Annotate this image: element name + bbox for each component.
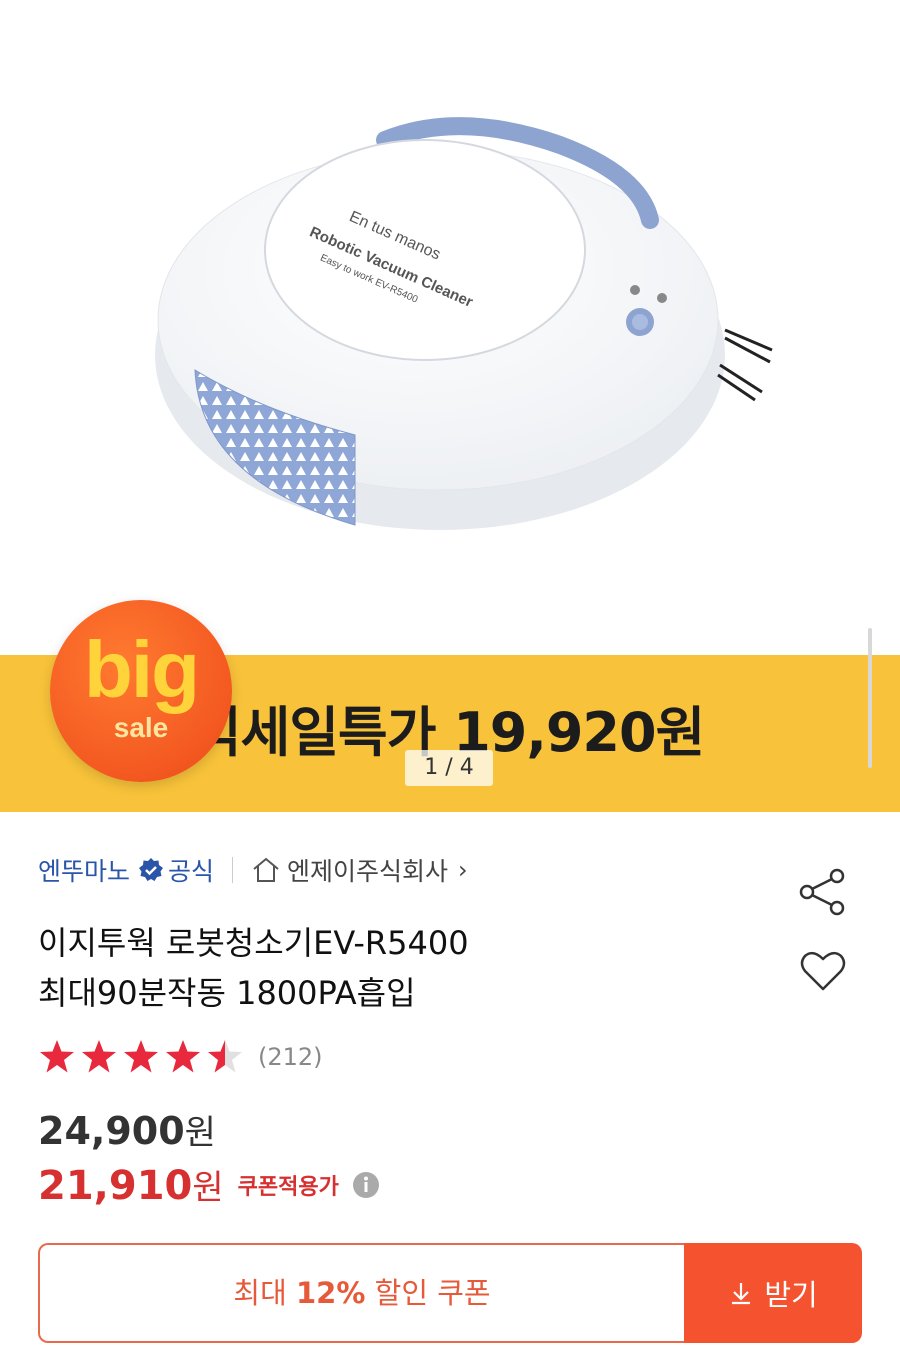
receive-label: 받기	[764, 1278, 818, 1312]
product-title: 이지투웍 로봇청소기EV-R5400 최대90분작동 1800PA흡입	[38, 918, 698, 1018]
product-image: En tus manos Robotic Vacuum Cleaner Easy…	[155, 117, 773, 530]
badge-sale-text: sale	[113, 712, 169, 743]
coupon-price-label: 쿠폰적용가	[237, 1174, 339, 1200]
divider	[232, 857, 234, 883]
seller-name-link[interactable]: 엔뚜마노	[38, 852, 130, 888]
star-icon	[124, 1040, 158, 1073]
image-pager: 1 / 4	[405, 750, 493, 786]
info-icon[interactable]	[351, 1170, 381, 1200]
review-count: (212)	[258, 1043, 323, 1071]
home-icon	[253, 857, 279, 882]
coupon-prefix: 최대	[233, 1276, 296, 1310]
original-price-value: 24,900	[38, 1109, 185, 1153]
rating-row[interactable]: (212)	[38, 1037, 323, 1077]
official-label: 공식	[168, 857, 215, 886]
coupon-suffix: 할인 쿠폰	[365, 1276, 491, 1310]
receive-coupon-button[interactable]: 받기	[684, 1243, 862, 1343]
sale-price-row: 21,910원 쿠폰적용가	[38, 1160, 381, 1209]
sale-price-value: 21,910	[38, 1163, 193, 1209]
seller-row: 엔뚜마노 공식 엔제이주식회사 ›	[38, 850, 468, 890]
sale-price-unit: 원	[192, 1168, 224, 1208]
product-title-line2: 최대90분작동 1800PA흡입	[38, 974, 416, 1012]
sale-price: 21,910원	[38, 1160, 224, 1209]
coupon-button[interactable]: 최대 12% 할인 쿠폰	[38, 1243, 684, 1343]
scrollbar[interactable]	[868, 628, 872, 768]
verified-badge-icon	[139, 858, 164, 881]
share-icon[interactable]	[797, 866, 849, 918]
big-sale-badge: big sale	[50, 600, 232, 782]
star-icon	[40, 1040, 74, 1073]
badge-big-text: big	[84, 625, 200, 714]
product-gallery[interactable]: En tus manos Robotic Vacuum Cleaner Easy…	[0, 0, 900, 812]
product-title-line1: 이지투웍 로봇청소기EV-R5400	[38, 924, 469, 962]
heart-icon[interactable]	[797, 945, 849, 997]
star-icon	[166, 1040, 200, 1073]
coupon-percent: 12%	[296, 1276, 366, 1310]
download-icon	[732, 1283, 751, 1305]
star-icon	[82, 1040, 116, 1073]
original-price: 24,900원	[38, 1105, 216, 1154]
chevron-right-icon: ›	[458, 856, 468, 884]
rating-stars	[38, 1038, 248, 1076]
star-icon	[208, 1040, 242, 1073]
shop-name-link[interactable]: 엔제이주식회사	[287, 852, 448, 888]
original-price-unit: 원	[184, 1113, 216, 1153]
